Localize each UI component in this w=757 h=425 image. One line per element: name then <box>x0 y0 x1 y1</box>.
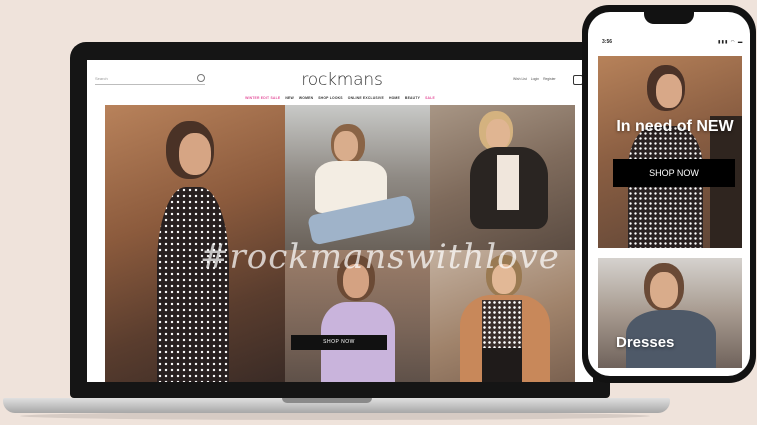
phone-screen: 3:56 ▮▮▮ ◠ ▬ In need of NEW SHOP NOW Dre… <box>588 12 750 376</box>
nav-home[interactable]: HOME <box>389 96 400 100</box>
nav-sale[interactable]: SALE <box>425 96 435 100</box>
phone-hero-photo: In need of NEW <box>598 56 742 248</box>
laptop-shadow <box>20 412 650 420</box>
phone: 3:56 ▮▮▮ ◠ ▬ In need of NEW SHOP NOW Dre… <box>582 5 756 383</box>
search-placeholder: Search <box>95 76 108 81</box>
laptop-screen: Search rockmans Wish List Login Register… <box>87 60 593 382</box>
status-time: 3:56 <box>602 39 613 45</box>
laptop: Search rockmans Wish List Login Register… <box>70 42 610 398</box>
nav-winter-edit-sale[interactable]: WINTER EDIT SALE <box>245 96 280 100</box>
nav-online-exclusive[interactable]: ONLINE EXCLUSIVE <box>348 96 384 100</box>
header-links: Wish List Login Register <box>513 77 556 81</box>
laptop-notch <box>282 398 372 403</box>
main-nav: WINTER EDIT SALE NEW WOMEN SHOP LOOKS ON… <box>87 96 593 100</box>
nav-beauty[interactable]: BEAUTY <box>405 96 420 100</box>
hero-collage: #rockmanswithlove SHOP NOW <box>105 105 575 382</box>
phone-dresses-photo <box>598 258 742 368</box>
wishlist-link[interactable]: Wish List <box>513 77 527 81</box>
phone-dresses-title[interactable]: Dresses <box>616 334 674 351</box>
site-logo[interactable]: rockmans <box>297 70 387 90</box>
login-link[interactable]: Login <box>531 77 539 81</box>
search-input[interactable]: Search <box>95 74 205 85</box>
phone-shop-now-button[interactable]: SHOP NOW <box>613 159 735 187</box>
phone-hero-title: In need of NEW <box>616 118 734 135</box>
register-link[interactable]: Register <box>543 77 556 81</box>
hashtag-overlay: #rockmanswithlove <box>200 237 560 277</box>
search-icon[interactable] <box>197 74 205 82</box>
photo-model-leather-jacket <box>430 105 575 250</box>
nav-women[interactable]: WOMEN <box>299 96 313 100</box>
phone-notch <box>644 12 694 24</box>
laptop-shop-now-button[interactable]: SHOP NOW <box>291 335 387 350</box>
status-icons: ▮▮▮ ◠ ▬ <box>718 39 744 44</box>
nav-new[interactable]: NEW <box>285 96 294 100</box>
nav-shop-looks[interactable]: SHOP LOOKS <box>318 96 343 100</box>
site-header: Search rockmans Wish List Login Register… <box>87 60 593 105</box>
photo-model-cream-knit <box>285 105 430 250</box>
